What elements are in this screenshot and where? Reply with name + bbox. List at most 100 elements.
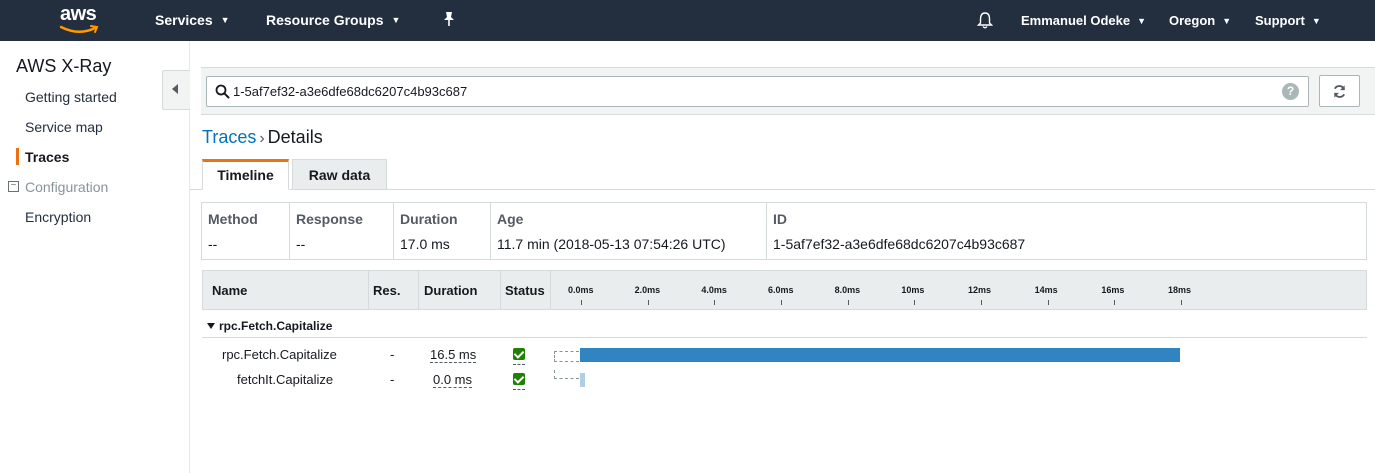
segment-bracket bbox=[554, 351, 579, 362]
segment-bar[interactable] bbox=[580, 373, 585, 387]
summary-header: Duration bbox=[400, 211, 458, 227]
breadcrumb: Traces › Details bbox=[202, 127, 323, 148]
timeline-tick-mark bbox=[981, 300, 982, 305]
segment-duration[interactable]: 16.5 ms bbox=[430, 348, 477, 363]
timeline-tick-mark bbox=[1181, 300, 1182, 305]
trace-group-label: rpc.Fetch.Capitalize bbox=[219, 319, 333, 333]
collapse-sidebar-button[interactable] bbox=[162, 70, 190, 110]
breadcrumb-separator: › bbox=[259, 130, 265, 147]
search-icon bbox=[215, 84, 230, 99]
summary-value: -- bbox=[296, 236, 306, 252]
chevron-down-icon: ▼ bbox=[220, 15, 230, 25]
collapse-minus-icon[interactable]: − bbox=[8, 181, 19, 192]
timeline-tick-label: 4.0ms bbox=[701, 285, 727, 295]
summary-header: Age bbox=[497, 211, 524, 227]
summary-header: Method bbox=[208, 211, 258, 227]
summary-value: 1-5af7ef32-a3e6dfe68dc6207c4b93c687 bbox=[773, 236, 1026, 252]
segment-duration[interactable]: 0.0 ms bbox=[433, 373, 473, 388]
segment-bar[interactable] bbox=[580, 348, 1180, 362]
timeline-tick-label: 6.0ms bbox=[768, 285, 794, 295]
status-ok-icon bbox=[513, 373, 525, 385]
tab-timeline[interactable]: Timeline bbox=[202, 159, 289, 190]
region-name: Oregon bbox=[1169, 13, 1216, 28]
chevron-down-icon: ▼ bbox=[1222, 16, 1232, 26]
sidebar-item-service-map[interactable]: Service map bbox=[25, 119, 103, 135]
search-bar: 1-5af7ef32-a3e6dfe68dc6207c4b93c687 ? bbox=[201, 67, 1375, 115]
segment-response: - bbox=[390, 347, 395, 362]
support-label: Support bbox=[1255, 13, 1305, 28]
column-header: Res. bbox=[373, 283, 401, 298]
trace-group[interactable]: rpc.Fetch.Capitalize bbox=[207, 319, 332, 333]
sidebar-item-getting-started[interactable]: Getting started bbox=[25, 89, 117, 105]
timeline-tick-label: 0.0ms bbox=[568, 285, 594, 295]
timeline-tick-label: 12ms bbox=[968, 285, 992, 295]
search-value: 1-5af7ef32-a3e6dfe68dc6207c4b93c687 bbox=[233, 84, 468, 99]
column-status[interactable]: Status bbox=[501, 271, 551, 309]
account-menu[interactable]: Emmanuel Odeke ▼ bbox=[1021, 13, 1146, 28]
services-menu[interactable]: Services ▼ bbox=[155, 12, 230, 28]
account-name: Emmanuel Odeke bbox=[1021, 13, 1131, 28]
chevron-down-icon: ▼ bbox=[1311, 16, 1321, 26]
timeline-tick-label: 16ms bbox=[1101, 285, 1125, 295]
services-label: Services bbox=[155, 12, 213, 28]
breadcrumb-traces-link[interactable]: Traces bbox=[202, 127, 256, 147]
caret-left-icon bbox=[172, 84, 178, 94]
sidebar-item-configuration[interactable]: Configuration bbox=[25, 179, 108, 195]
timeline-tick-mark bbox=[714, 300, 716, 305]
chevron-down-icon: ▼ bbox=[1137, 16, 1147, 26]
timeline-tick-mark bbox=[1047, 300, 1049, 305]
resource-groups-menu[interactable]: Resource Groups ▼ bbox=[266, 12, 400, 28]
timeline-tick-label: 18ms bbox=[1168, 285, 1192, 295]
chevron-down-icon: ▼ bbox=[391, 15, 401, 25]
summary-method: Method -- bbox=[202, 203, 289, 259]
sidebar-title: AWS X-Ray bbox=[16, 56, 112, 76]
timeline-tick-label: 8.0ms bbox=[834, 285, 861, 295]
top-nav: aws Services ▼ Resource Groups ▼ Emmanuel … bbox=[0, 0, 1375, 41]
summary-response: Response -- bbox=[289, 203, 393, 259]
column-header: Status bbox=[505, 283, 545, 298]
sidebar-item-traces[interactable]: Traces bbox=[25, 149, 69, 165]
column-header: Name bbox=[212, 283, 248, 298]
status-ok-icon bbox=[513, 348, 525, 360]
active-indicator bbox=[16, 148, 19, 165]
timeline-header: Name Res. Duration Status 0.0ms 2.0ms 4.0m… bbox=[202, 270, 1367, 310]
tab-raw-data[interactable]: Raw data bbox=[292, 159, 387, 190]
refresh-button[interactable] bbox=[1319, 75, 1360, 107]
refresh-icon bbox=[1333, 85, 1346, 98]
status-underline bbox=[513, 389, 525, 390]
timeline-tick-mark bbox=[847, 300, 849, 305]
support-menu[interactable]: Support ▼ bbox=[1255, 13, 1321, 28]
column-name[interactable]: Name bbox=[203, 271, 369, 309]
summary-age: Age 11.7 min (2018-05-13 07:54:26 UTC) bbox=[490, 203, 766, 259]
sidebar-item-encryption[interactable]: Encryption bbox=[25, 209, 91, 225]
trace-search-input[interactable]: 1-5af7ef32-a3e6dfe68dc6207c4b93c687 ? bbox=[206, 76, 1309, 107]
timeline-tick-mark bbox=[914, 300, 916, 305]
trace-summary: Method -- Response -- Duration 17.0 ms A… bbox=[201, 202, 1367, 260]
summary-header: Response bbox=[296, 211, 363, 227]
pin-icon[interactable] bbox=[442, 11, 456, 30]
resource-groups-label: Resource Groups bbox=[266, 12, 384, 28]
aws-smile-icon bbox=[59, 25, 99, 33]
timeline-tick-mark bbox=[1114, 300, 1116, 305]
timeline-tick-label: 14ms bbox=[1034, 285, 1058, 295]
summary-header: ID bbox=[773, 211, 787, 227]
timeline-tick-label: 2.0ms bbox=[634, 285, 661, 295]
column-duration[interactable]: Duration bbox=[419, 271, 501, 309]
aws-logo-text: aws bbox=[60, 3, 97, 25]
column-res[interactable]: Res. bbox=[369, 271, 419, 309]
summary-value: 11.7 min (2018-05-13 07:54:26 UTC) bbox=[497, 236, 726, 252]
caret-down-icon bbox=[207, 323, 215, 329]
segment-name[interactable]: fetchIt.Capitalize bbox=[237, 372, 333, 387]
region-menu[interactable]: Oregon ▼ bbox=[1169, 13, 1231, 28]
segment-name[interactable]: rpc.Fetch.Capitalize bbox=[222, 347, 337, 362]
summary-value: 17.0 ms bbox=[400, 236, 450, 252]
timeline-tick-label: 10ms bbox=[901, 285, 925, 295]
help-icon[interactable]: ? bbox=[1282, 83, 1299, 100]
status-underline bbox=[513, 364, 525, 365]
segment-response: - bbox=[390, 372, 395, 387]
group-divider bbox=[202, 337, 1367, 338]
timeline-tick-mark bbox=[781, 300, 782, 305]
summary-duration: Duration 17.0 ms bbox=[393, 203, 490, 259]
aws-logo[interactable]: aws bbox=[58, 3, 102, 37]
bell-icon[interactable] bbox=[976, 11, 994, 32]
